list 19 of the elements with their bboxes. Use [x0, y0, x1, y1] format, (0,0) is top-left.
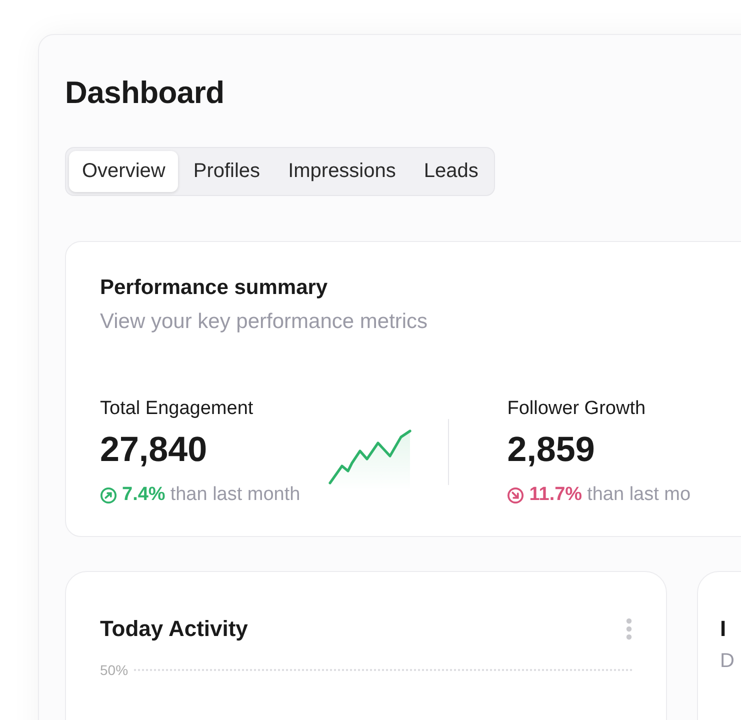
change-note: than last mo: [587, 484, 691, 506]
change-note: than last month: [170, 484, 300, 506]
tab[interactable]: Leads: [410, 151, 492, 192]
card-title: Today Activity: [100, 616, 248, 642]
change-percent: 11.7%: [529, 484, 582, 506]
card-subtitle: View your key performance metrics: [100, 310, 429, 334]
tab[interactable]: Impressions: [275, 151, 409, 192]
tab[interactable]: Overview: [69, 151, 178, 192]
tab[interactable]: Profiles: [180, 151, 274, 192]
card-title: Performance summary: [100, 276, 329, 300]
axis-tick-label: 50%: [100, 662, 128, 678]
metric-value: 2,859: [507, 430, 596, 470]
page-title: Dashboard: [65, 75, 226, 111]
card-title: I: [720, 616, 728, 642]
metric-value: 27,840: [100, 430, 208, 470]
metric-label: Follower Growth: [507, 398, 647, 420]
change-percent: 7.4%: [122, 484, 166, 506]
metric-label: Total Engagement: [100, 398, 254, 420]
card-subtitle: D: [720, 650, 736, 673]
